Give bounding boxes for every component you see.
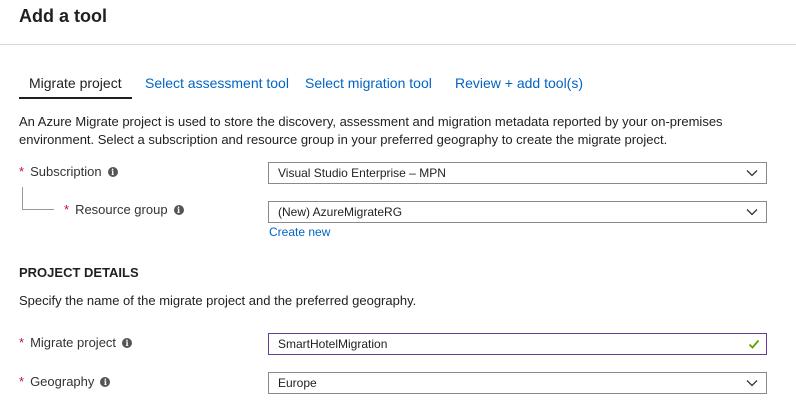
subscription-label: * Subscription i <box>19 164 118 179</box>
tab-review-add-tools[interactable]: Review + add tool(s) <box>455 72 583 98</box>
required-marker: * <box>19 164 25 179</box>
geography-dropdown[interactable]: Europe <box>268 372 767 394</box>
migrate-project-input[interactable] <box>268 333 767 355</box>
tab-select-assessment-tool[interactable]: Select assessment tool <box>145 72 289 98</box>
subscription-dropdown[interactable]: Visual Studio Enterprise – MPN <box>268 162 767 184</box>
tab-select-migration-tool[interactable]: Select migration tool <box>305 72 432 98</box>
geography-label-text: Geography <box>30 374 95 389</box>
migrate-project-label-text: Migrate project <box>30 335 117 350</box>
required-marker: * <box>19 374 25 389</box>
add-tool-blade: Add a tool Migrate project Select assess… <box>0 0 796 419</box>
tree-connector-vertical <box>22 187 23 209</box>
geography-label: * Geography i <box>19 374 111 389</box>
geography-value: Europe <box>278 376 317 390</box>
page-title: Add a tool <box>19 6 107 26</box>
chevron-down-icon <box>746 170 758 177</box>
resource-group-value: (New) AzureMigrateRG <box>278 205 403 219</box>
chevron-down-icon <box>746 209 758 216</box>
resource-group-label-text: Resource group <box>75 202 168 217</box>
subscription-value: Visual Studio Enterprise – MPN <box>278 166 446 180</box>
tab-migrate-project[interactable]: Migrate project <box>29 72 122 98</box>
required-marker: * <box>19 335 25 350</box>
blade-header: Add a tool <box>0 0 796 45</box>
info-icon[interactable]: i <box>122 337 133 348</box>
migrate-project-label: * Migrate project i <box>19 335 133 350</box>
active-tab-indicator <box>19 97 132 99</box>
resource-group-dropdown[interactable]: (New) AzureMigrateRG <box>268 201 767 223</box>
chevron-down-icon <box>746 380 758 387</box>
migrate-project-field[interactable] <box>278 337 718 351</box>
project-details-description: Specify the name of the migrate project … <box>19 293 417 308</box>
info-icon[interactable]: i <box>107 166 118 177</box>
checkmark-icon <box>748 339 760 349</box>
section-title-project-details: PROJECT DETAILS <box>19 265 139 280</box>
intro-description: An Azure Migrate project is used to stor… <box>19 114 723 147</box>
info-icon[interactable]: i <box>100 376 111 387</box>
create-new-link[interactable]: Create new <box>269 225 330 239</box>
subscription-label-text: Subscription <box>30 164 102 179</box>
resource-group-label: * Resource group i <box>64 202 184 217</box>
tree-connector-horizontal <box>22 209 54 210</box>
required-marker: * <box>64 202 70 217</box>
info-icon[interactable]: i <box>173 204 184 215</box>
